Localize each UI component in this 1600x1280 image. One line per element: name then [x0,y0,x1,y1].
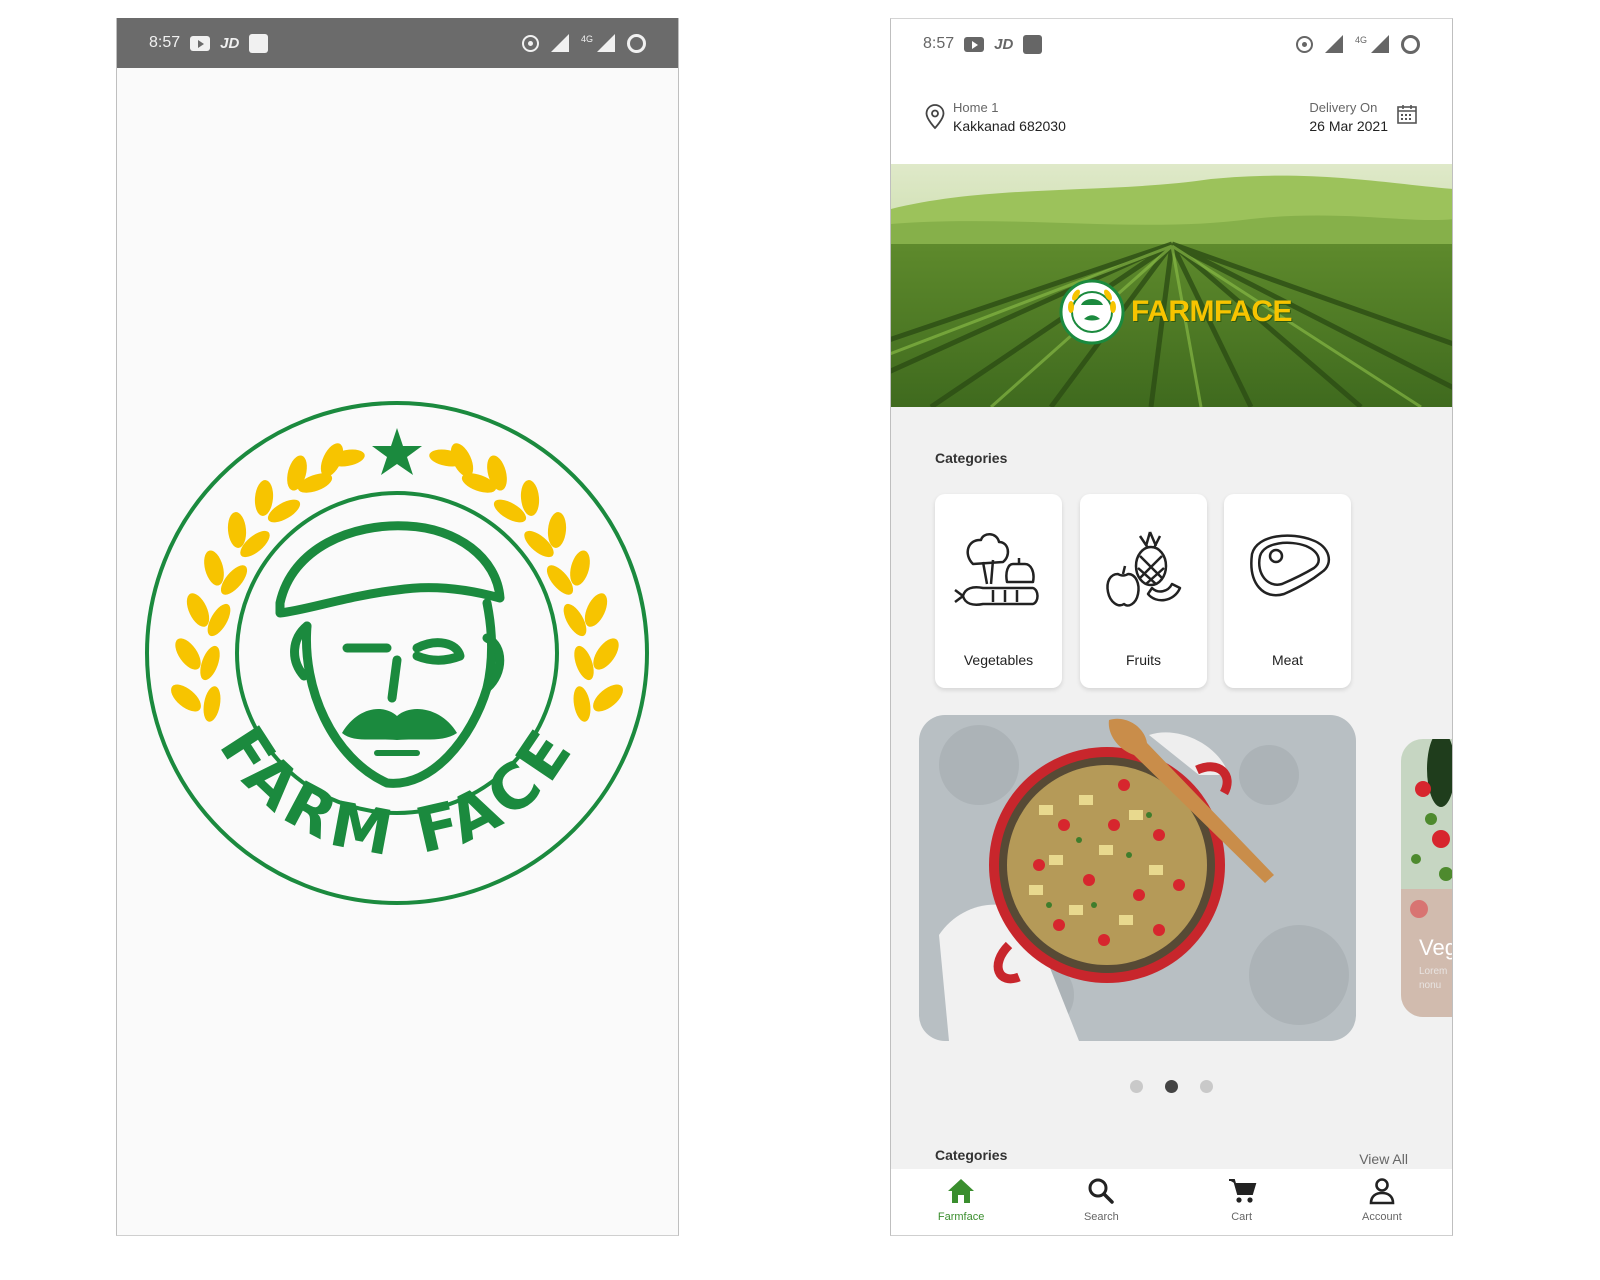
hotspot-icon [1295,35,1313,53]
status-bar: 8:57 JD 4G [117,18,678,68]
view-all-link[interactable]: View All [1359,1151,1408,1167]
farm-face-logo-small [1059,279,1125,345]
category-card-vegetables[interactable]: Vegetables [935,494,1062,688]
categories-title-2: Categories [935,1147,1008,1163]
account-icon [1369,1178,1395,1205]
calendar-icon [1396,103,1418,130]
address-label: Home 1 [953,99,999,115]
bottom-navigation: Farmface Search Cart Account [891,1169,1452,1235]
promo-subtitle-line1: Lorem [1419,966,1448,977]
farm-face-logo: FARM FACE [142,398,652,913]
status-time: 8:57 [923,35,955,52]
promo-card-1[interactable] [919,715,1356,1041]
splash-screen: 8:57 JD 4G FARM FACE [116,18,679,1236]
signal-icon-2 [597,34,615,52]
signal-icon [1324,35,1343,53]
nav-label: Farmface [937,1211,985,1223]
nav-cart[interactable]: Cart [1172,1169,1312,1235]
fruits-icon [1106,531,1182,607]
notification-icon [1023,34,1043,54]
home-icon [948,1179,975,1203]
category-label: Vegetables [963,652,1034,668]
category-label: Meat [1271,652,1304,668]
address-value: Kakkanad 682030 [953,117,1066,134]
promo-card-2[interactable]: Veg Lorem nonu [1401,739,1452,1017]
youtube-icon [964,36,985,52]
location-pin-icon [925,103,945,130]
address-selector[interactable]: Home 1 Kakkanad 682030 [925,100,1066,134]
banner-logo: FARMFACE [1059,279,1293,345]
carousel-indicator [891,1080,1452,1093]
carrier-mark: JD [220,34,240,52]
meat-icon [1250,534,1331,597]
nav-label: Search [1083,1211,1119,1223]
hero-banner: FARMFACE [891,164,1452,407]
delivery-date-selector[interactable]: Delivery On 26 Mar 2021 [1309,100,1418,134]
carousel-dot-active[interactable] [1165,1080,1178,1093]
category-card-fruits[interactable]: Fruits [1080,494,1207,688]
vegetables-icon [954,533,1039,606]
delivery-label: Delivery On [1309,99,1378,115]
category-card-meat[interactable]: Meat [1224,494,1351,688]
hotspot-icon [521,34,539,52]
signal-icon [550,34,569,52]
home-screen: 8:57 JD 4G Home 1 Kakkanad 682030 Delive… [890,18,1453,1236]
nav-label: Account [1362,1211,1402,1223]
youtube-icon [190,35,211,51]
status-time: 8:57 [149,34,181,51]
promo-title: Veg [1419,935,1452,960]
categories-title: Categories [935,450,1008,466]
loading-icon [1401,34,1420,54]
nav-label: Cart [1231,1211,1253,1223]
banner-brand-part2: FACE [1214,295,1293,328]
home-header: Home 1 Kakkanad 682030 Delivery On 26 Ma… [891,69,1452,164]
status-bar: 8:57 JD 4G [891,19,1452,69]
promo-subtitle-line2: nonu [1419,980,1442,991]
delivery-date: 26 Mar 2021 [1309,117,1388,134]
search-icon [1088,1178,1115,1204]
loading-icon [627,33,646,53]
promo-subtitle: Lorem nonu [1419,965,1447,993]
carousel-dot[interactable] [1200,1080,1213,1093]
carrier-mark: JD [994,35,1014,53]
food-dish-image [919,715,1356,1041]
category-label: Fruits [1126,652,1161,668]
network-type: 4G [580,34,593,44]
nav-farmface[interactable]: Farmface [891,1169,1031,1235]
signal-icon-2 [1371,35,1389,53]
network-type: 4G [1354,35,1367,45]
cart-icon [1228,1179,1256,1203]
nav-account[interactable]: Account [1312,1169,1452,1235]
banner-brand-part1: FARM [1131,295,1215,328]
nav-search[interactable]: Search [1031,1169,1171,1235]
carousel-dot[interactable] [1130,1080,1143,1093]
notification-icon [249,33,269,53]
